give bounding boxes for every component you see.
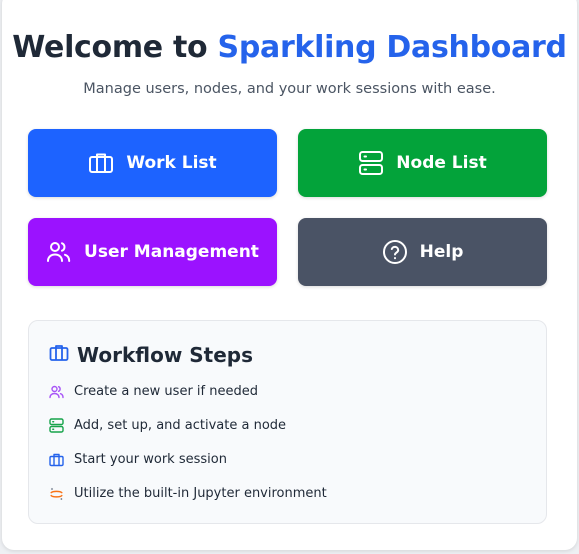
help-label: Help [419, 242, 464, 262]
workflow-steps-header: Workflow Steps [49, 343, 253, 367]
workflow-step-text: Add, set up, and activate a node [74, 418, 287, 433]
workflow-steps-title: Workflow Steps [77, 343, 254, 367]
users-icon [49, 385, 64, 399]
briefcase-icon [49, 453, 64, 467]
workflow-step: Add, set up, and activate a node [49, 418, 286, 433]
user-management-label: User Management [84, 242, 259, 262]
workflow-step-text: Utilize the built-in Jupyter environment [74, 486, 327, 501]
workflow-steps-panel: Workflow Steps Create a new user if need… [28, 320, 547, 524]
workflow-step-text: Start your work session [74, 452, 227, 467]
node-list-label: Node List [396, 153, 487, 173]
title-brand: Sparkling Dashboard [217, 30, 567, 65]
workflow-step-text: Create a new user if needed [74, 384, 258, 399]
work-list-button[interactable]: Work List [28, 129, 277, 197]
page-subtitle: Manage users, nodes, and your work sessi… [83, 81, 496, 97]
users-icon [46, 240, 72, 264]
question-circle-icon [382, 239, 408, 265]
jupyter-icon [49, 487, 64, 501]
title-prefix: Welcome to [12, 30, 208, 65]
server-icon [358, 150, 384, 176]
work-list-label: Work List [126, 153, 217, 173]
workflow-step: Start your work session [49, 452, 227, 467]
workflow-step: Create a new user if needed [49, 384, 258, 399]
workflow-step: Utilize the built-in Jupyter environment [49, 486, 327, 501]
server-icon [49, 418, 64, 433]
node-list-button[interactable]: Node List [298, 129, 547, 197]
briefcase-icon [49, 344, 69, 366]
help-button[interactable]: Help [298, 218, 547, 286]
user-management-button[interactable]: User Management [28, 218, 277, 286]
briefcase-icon [88, 151, 114, 175]
page-title: Welcome to Sparkling Dashboard [0, 30, 579, 65]
